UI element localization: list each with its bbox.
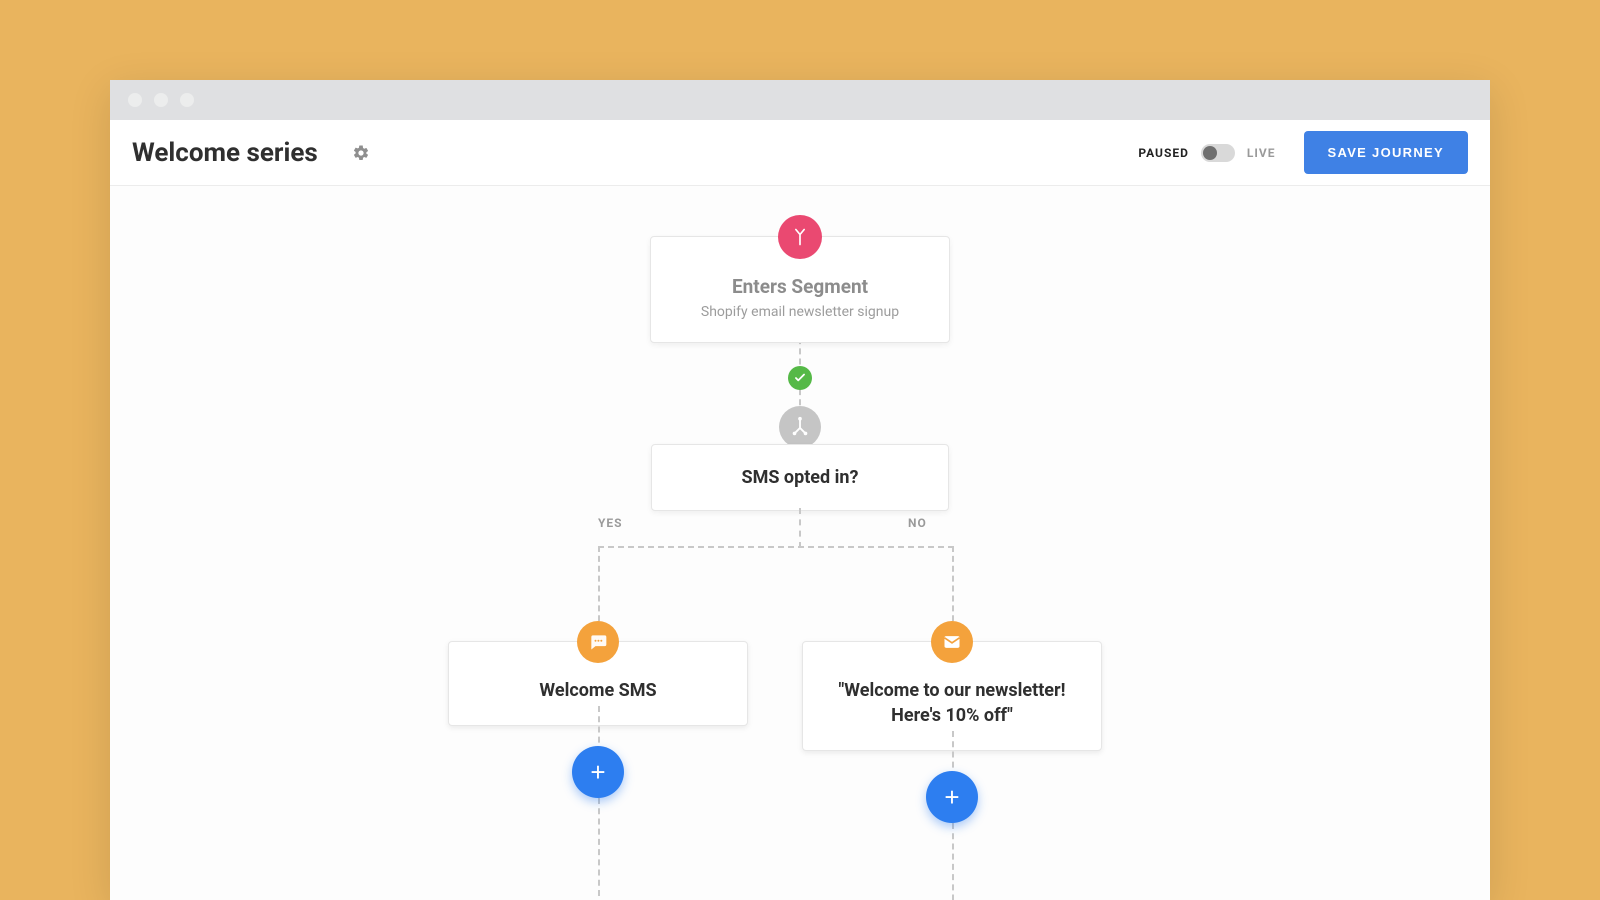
window-dot-icon xyxy=(154,93,168,107)
trigger-title: Enters Segment xyxy=(671,275,929,298)
window-titlebar xyxy=(110,80,1490,120)
trigger-badge-icon xyxy=(778,215,822,259)
add-step-left-button[interactable]: + xyxy=(572,746,624,798)
add-step-right-button[interactable]: + xyxy=(926,771,978,823)
window-dot-icon xyxy=(180,93,194,107)
status-paused-label: PAUSED xyxy=(1138,146,1189,160)
mail-icon xyxy=(931,621,973,663)
plus-icon: + xyxy=(944,782,959,813)
split-badge-icon xyxy=(779,406,821,448)
sms-icon xyxy=(577,621,619,663)
status-live-label: LIVE xyxy=(1247,146,1276,160)
status-toggle-group: PAUSED LIVE xyxy=(1138,144,1275,162)
yes-label: YES xyxy=(598,516,623,530)
save-journey-button[interactable]: SAVE JOURNEY xyxy=(1304,131,1469,174)
trigger-card[interactable]: Enters Segment Shopify email newsletter … xyxy=(650,236,950,343)
trigger-subtitle: Shopify email newsletter signup xyxy=(671,304,929,320)
condition-title: SMS opted in? xyxy=(672,467,928,488)
condition-card[interactable]: SMS opted in? xyxy=(651,444,949,511)
connector-line xyxy=(598,546,954,548)
connector-line xyxy=(799,508,801,548)
status-toggle[interactable] xyxy=(1201,144,1235,162)
window-dot-icon xyxy=(128,93,142,107)
action-email-title: "Welcome to our newsletter! Here's 10% o… xyxy=(823,678,1081,728)
action-sms-title: Welcome SMS xyxy=(469,678,727,703)
plus-icon: + xyxy=(590,757,605,788)
journey-canvas[interactable]: Enters Segment Shopify email newsletter … xyxy=(110,186,1490,900)
page-header: Welcome series PAUSED LIVE SAVE JOURNEY xyxy=(110,120,1490,186)
page-title: Welcome series xyxy=(132,138,318,168)
check-icon xyxy=(788,366,812,390)
gear-icon[interactable] xyxy=(352,144,370,162)
app-window: Welcome series PAUSED LIVE SAVE JOURNEY … xyxy=(110,80,1490,900)
no-label: NO xyxy=(908,516,927,530)
connector-line xyxy=(598,706,600,896)
